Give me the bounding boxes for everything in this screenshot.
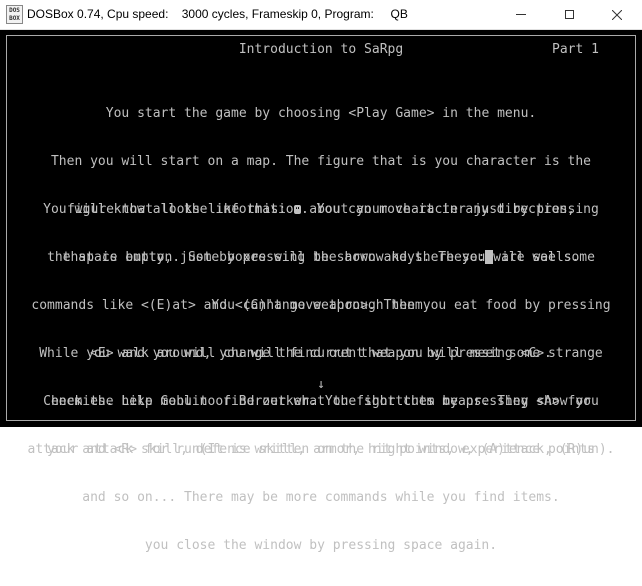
close-button[interactable] <box>594 0 640 29</box>
minimize-icon <box>516 14 526 15</box>
intro-paragraph-3: While you walk around, you will find out… <box>0 314 642 490</box>
text-line: commands like <(E)at> and <(C)hange weap… <box>31 298 611 313</box>
text-line: and so on... There may be more commands … <box>82 490 560 505</box>
text-line: attack and <R> for run(It is written on … <box>27 442 615 457</box>
part-label: Part 1 <box>552 42 599 57</box>
intro-heading: Introduction to SaRpg <box>238 42 404 57</box>
scroll-down-arrow-icon[interactable]: ↓ <box>0 377 642 393</box>
window-title: DOSBox 0.74, Cpu speed: 3000 cycles, Fra… <box>27 7 408 21</box>
dos-screen[interactable]: Introduction to SaRpg Part 1 You start t… <box>0 30 642 553</box>
maximize-button[interactable] <box>546 0 592 29</box>
minimize-button[interactable] <box>498 0 544 29</box>
dosbox-app-icon[interactable]: DOS BOX <box>6 5 23 24</box>
text-line: You will know all the information about … <box>43 202 599 217</box>
text-line: enemies. Like Goblin or Berzerker. You f… <box>50 394 592 409</box>
text-line: You start the game by choosing <Play Gam… <box>105 106 537 121</box>
window-titlebar[interactable]: DOS BOX DOSBox 0.74, Cpu speed: 3000 cyc… <box>0 0 642 30</box>
text-line: you close the window by pressing space a… <box>144 538 498 553</box>
text-line: the space button. Some boxes will be sho… <box>47 250 595 265</box>
maximize-icon <box>564 10 574 19</box>
close-icon <box>612 9 622 20</box>
text-line: While you walk around, you will find out… <box>39 346 603 361</box>
text-line: Then you will start on a map. The figure… <box>50 154 592 169</box>
